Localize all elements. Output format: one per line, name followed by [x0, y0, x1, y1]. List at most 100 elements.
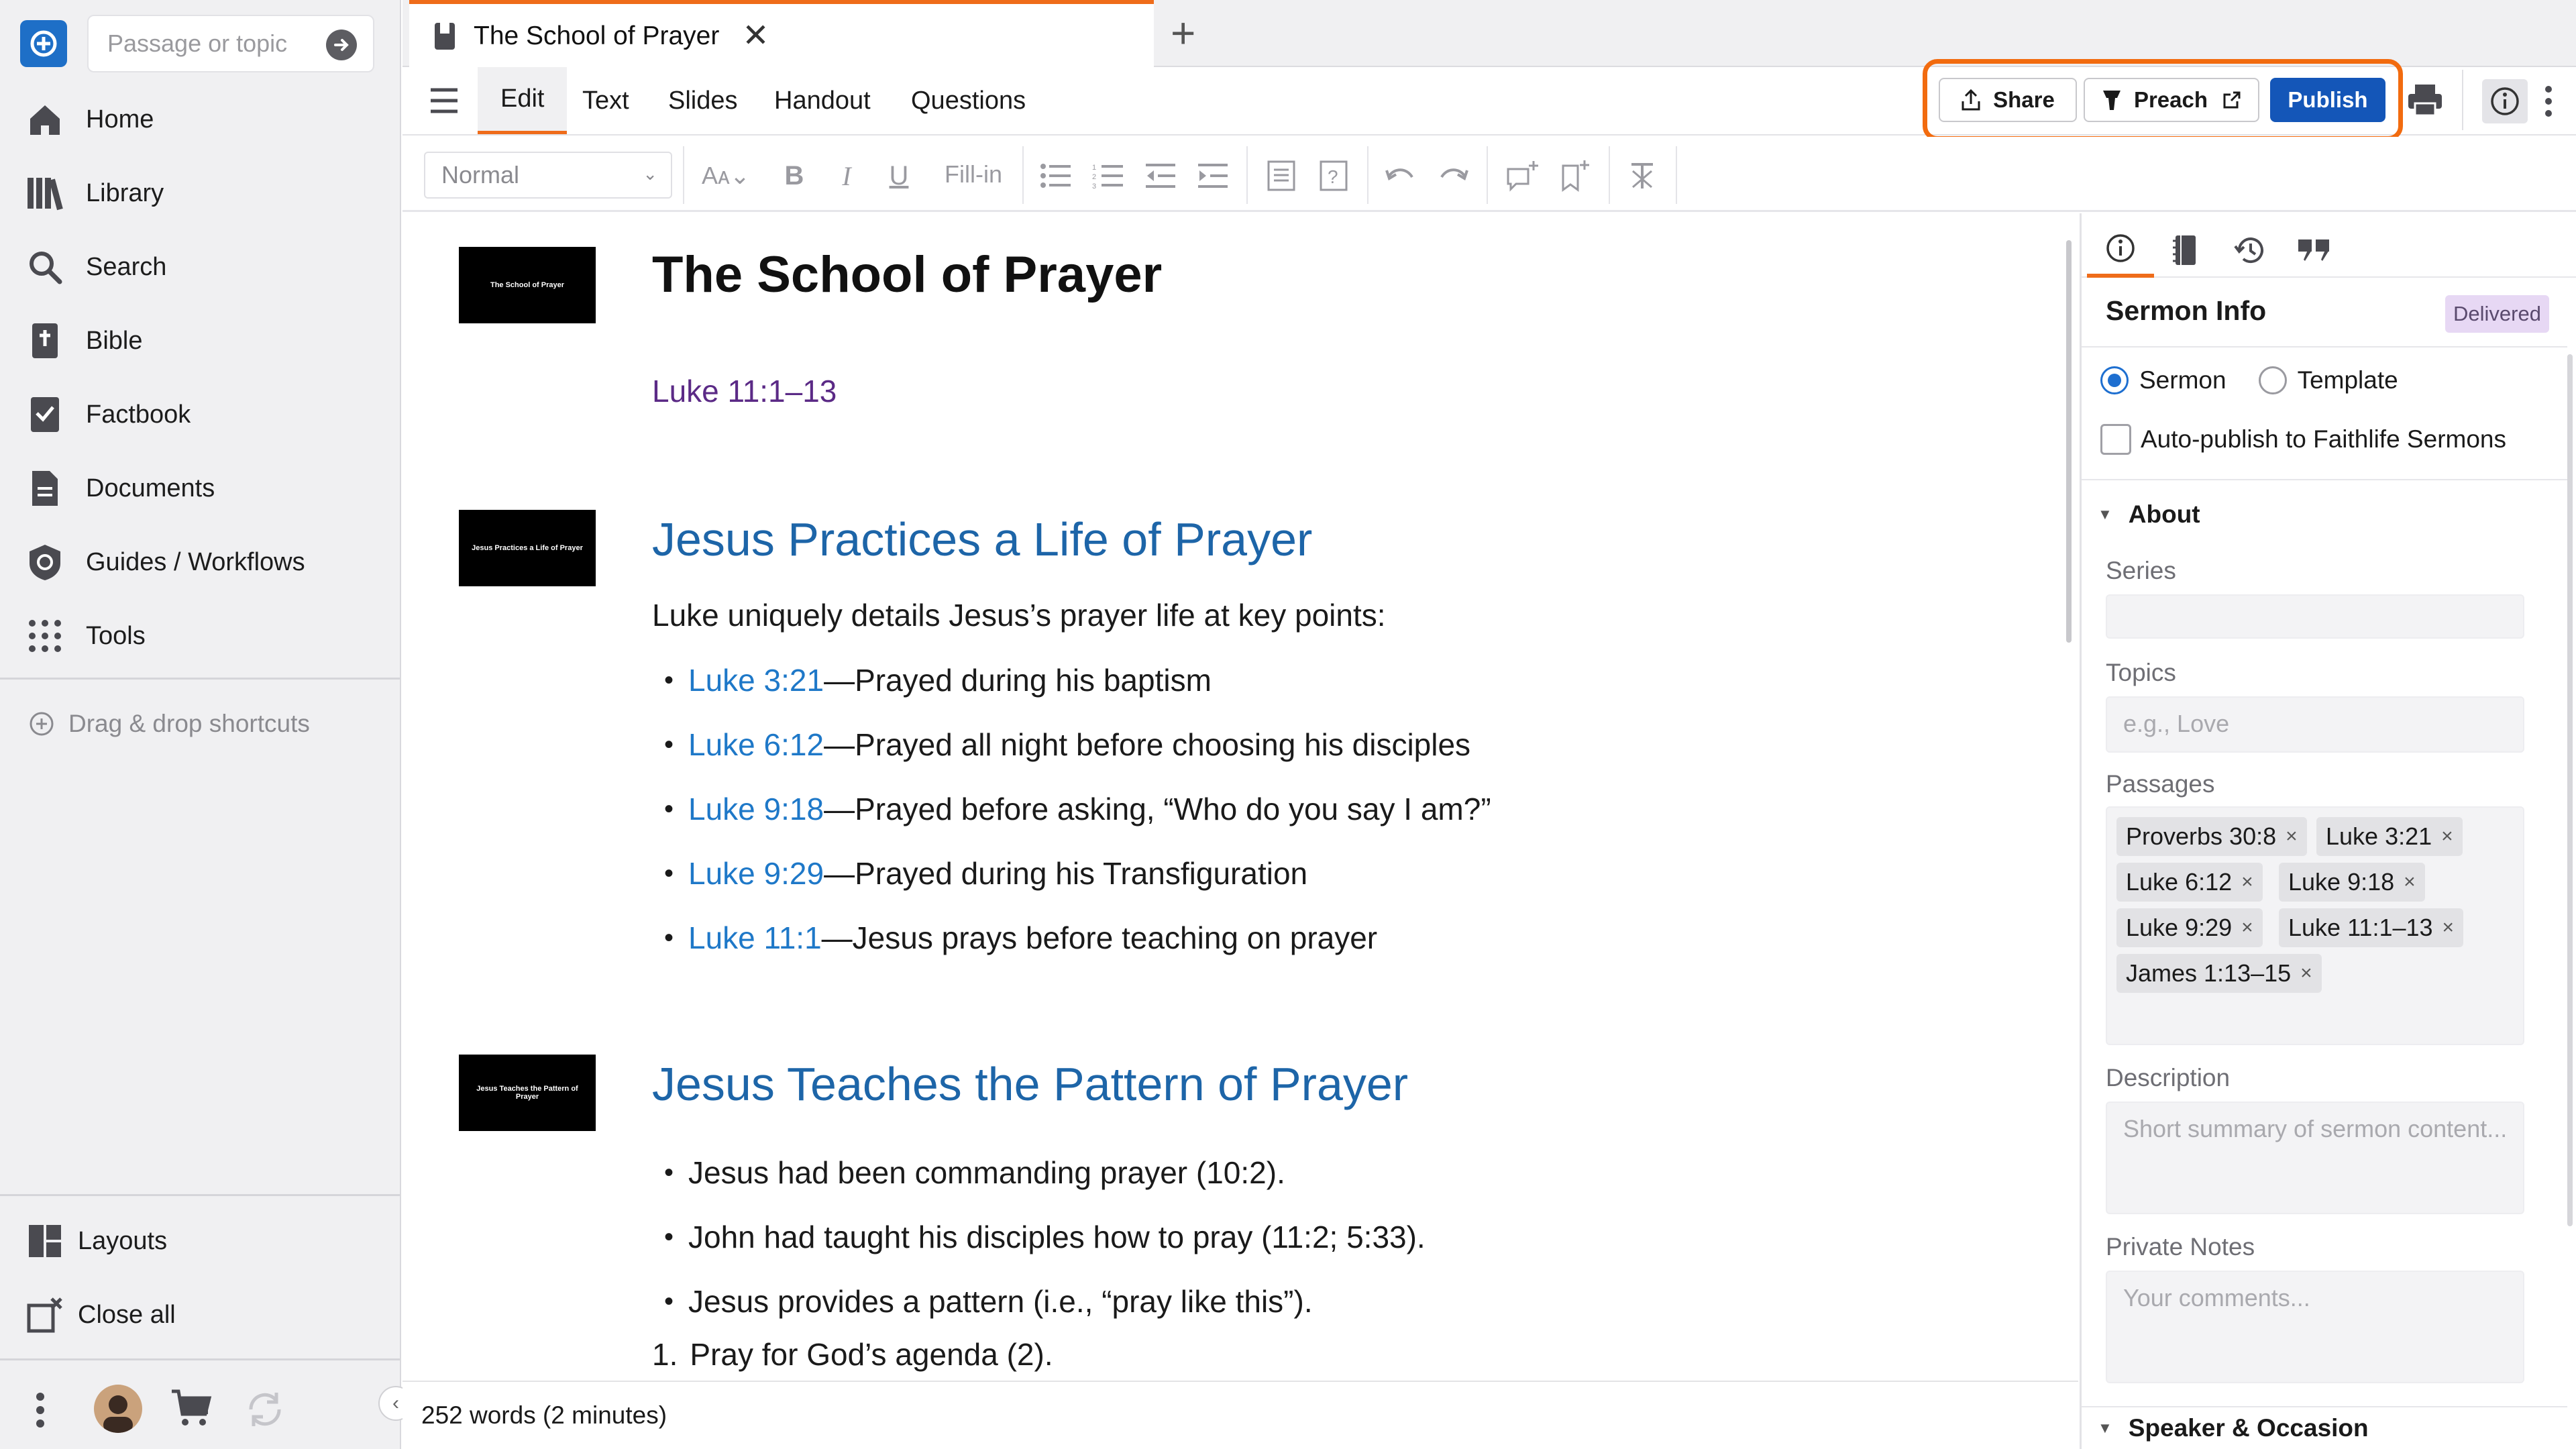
- tab-history[interactable]: [2216, 223, 2283, 278]
- sidebar-item-documents[interactable]: Documents: [0, 455, 400, 522]
- tab-questions[interactable]: Questions: [911, 67, 1026, 134]
- remove-chip-icon[interactable]: ×: [2241, 916, 2253, 939]
- sidebar-item-layouts[interactable]: Layouts: [0, 1208, 400, 1275]
- more-options-icon[interactable]: [2544, 85, 2553, 118]
- undo-icon[interactable]: [1382, 157, 1419, 195]
- search-go-icon[interactable]: [326, 30, 357, 60]
- passage-chip[interactable]: James 1:13–15 ×: [2116, 954, 2322, 993]
- list-item[interactable]: Luke 9:29—Prayed during his Transfigurat…: [664, 841, 1491, 906]
- redo-icon[interactable]: [1434, 157, 1472, 195]
- tab-text[interactable]: Text: [582, 67, 629, 134]
- scripture-link[interactable]: Luke 11:1: [688, 920, 822, 956]
- underline-icon[interactable]: U: [880, 157, 918, 195]
- sidebar-item-guides[interactable]: Guides / Workflows: [0, 529, 400, 596]
- list-item[interactable]: Jesus had been commanding prayer (10:2).: [664, 1140, 1426, 1205]
- bullet-list-icon[interactable]: [1037, 157, 1075, 195]
- app-logo-icon[interactable]: [20, 20, 67, 67]
- passage-search-input[interactable]: [107, 30, 322, 58]
- panel-scrollbar[interactable]: [2567, 354, 2573, 1226]
- sermon-editor[interactable]: The School of Prayer The School of Praye…: [402, 213, 2080, 1379]
- tab-handout[interactable]: Handout: [774, 67, 871, 134]
- block-quote-icon[interactable]: [1263, 157, 1300, 195]
- share-button[interactable]: Share: [1939, 78, 2077, 122]
- question-block-icon[interactable]: ?: [1315, 157, 1352, 195]
- sidebar-item-tools[interactable]: Tools: [0, 602, 400, 669]
- remove-chip-icon[interactable]: ×: [2241, 871, 2253, 894]
- sync-icon[interactable]: [244, 1389, 286, 1430]
- avatar[interactable]: [94, 1385, 142, 1433]
- tab-quotes[interactable]: [2280, 223, 2347, 278]
- list-item[interactable]: Luke 11:1—Jesus prays before teaching on…: [664, 906, 1491, 970]
- autopublish-checkbox[interactable]: [2100, 424, 2131, 455]
- italic-icon[interactable]: I: [828, 157, 865, 195]
- more-vertical-icon[interactable]: [35, 1391, 46, 1429]
- preach-button[interactable]: Preach: [2084, 78, 2259, 122]
- sidebar-item-bible[interactable]: Bible: [0, 307, 400, 374]
- print-icon[interactable]: [2407, 83, 2443, 117]
- sidebar-item-factbook[interactable]: Factbook: [0, 381, 400, 448]
- about-section-toggle[interactable]: ▼ About: [2098, 500, 2200, 529]
- passage-chip[interactable]: Luke 6:12 ×: [2116, 863, 2263, 902]
- tab-edit[interactable]: Edit: [478, 67, 568, 134]
- tab-slides[interactable]: Slides: [668, 67, 738, 134]
- description-field[interactable]: Short summary of sermon content...: [2106, 1102, 2524, 1214]
- scripture-link[interactable]: Luke 9:29: [688, 855, 824, 892]
- publish-button[interactable]: Publish: [2270, 78, 2385, 122]
- list-item[interactable]: Luke 3:21—Prayed during his baptism: [664, 648, 1491, 712]
- sidebar-item-close-all[interactable]: Close all: [0, 1281, 400, 1348]
- slide-thumbnail[interactable]: Jesus Practices a Life of Prayer: [459, 510, 596, 586]
- speaker-section-toggle[interactable]: ▼ Speaker & Occasion: [2098, 1414, 2369, 1442]
- numbered-list-icon[interactable]: 123: [1089, 157, 1127, 195]
- tab-notebook[interactable]: [2151, 223, 2218, 278]
- radio-template[interactable]: [2258, 366, 2287, 394]
- document-title[interactable]: The School of Prayer: [652, 246, 1162, 304]
- paragraph-style-select[interactable]: Normal ⌄: [424, 152, 672, 199]
- primary-passage[interactable]: Luke 11:1–13: [652, 373, 837, 409]
- add-comment-icon[interactable]: [1504, 157, 1542, 195]
- close-tab-icon[interactable]: ✕: [742, 20, 769, 52]
- passage-chip[interactable]: Luke 9:18 ×: [2279, 863, 2425, 902]
- bold-icon[interactable]: B: [775, 157, 813, 195]
- list-item[interactable]: Luke 6:12—Prayed all night before choosi…: [664, 712, 1491, 777]
- hamburger-menu-icon[interactable]: [429, 87, 459, 114]
- info-panel-toggle-icon[interactable]: [2482, 79, 2528, 123]
- private-notes-field[interactable]: Your comments...: [2106, 1271, 2524, 1383]
- remove-chip-icon[interactable]: ×: [2286, 825, 2298, 848]
- new-tab-button[interactable]: +: [1171, 9, 1195, 56]
- indent-icon[interactable]: [1194, 157, 1232, 195]
- add-bookmark-icon[interactable]: [1556, 157, 1594, 195]
- scripture-link[interactable]: Luke 6:12: [688, 727, 824, 763]
- cart-icon[interactable]: [170, 1389, 212, 1428]
- passage-chip[interactable]: Luke 11:1–13 ×: [2279, 908, 2464, 947]
- list-item[interactable]: John had taught his disciples how to pra…: [664, 1205, 1426, 1269]
- paragraph[interactable]: Luke uniquely details Jesus’s prayer lif…: [652, 597, 1386, 633]
- radio-sermon[interactable]: [2100, 366, 2129, 394]
- remove-chip-icon[interactable]: ×: [2443, 916, 2455, 939]
- fill-in-button[interactable]: Fill-in: [936, 156, 1010, 193]
- scripture-link[interactable]: Luke 9:18: [688, 791, 824, 827]
- topics-field[interactable]: e.g., Love: [2106, 696, 2524, 753]
- remove-chip-icon[interactable]: ×: [2404, 871, 2416, 894]
- slide-thumbnail[interactable]: The School of Prayer: [459, 247, 596, 323]
- sidebar-item-home[interactable]: Home: [0, 86, 400, 153]
- section-heading[interactable]: Jesus Practices a Life of Prayer: [652, 513, 1312, 566]
- editor-scrollbar[interactable]: [2066, 240, 2072, 643]
- passage-chip[interactable]: Luke 3:21 ×: [2316, 817, 2463, 856]
- slide-thumbnail[interactable]: Jesus Teaches the Pattern of Prayer: [459, 1055, 596, 1131]
- passage-chip[interactable]: Luke 9:29 ×: [2116, 908, 2263, 947]
- scripture-link[interactable]: Luke 3:21: [688, 662, 824, 698]
- passages-field[interactable]: Proverbs 30:8 × Luke 3:21 × Luke 6:12 × Luk…: [2106, 806, 2524, 1045]
- series-field[interactable]: [2106, 594, 2524, 639]
- font-size-icon[interactable]: Aᴀ⌄: [698, 157, 754, 195]
- tab-document[interactable]: The School of Prayer ✕: [409, 0, 1154, 68]
- list-item[interactable]: Luke 9:18—Prayed before asking, “Who do …: [664, 777, 1491, 841]
- tab-info[interactable]: [2087, 223, 2154, 278]
- outdent-icon[interactable]: [1142, 157, 1179, 195]
- sidebar-item-library[interactable]: Library: [0, 160, 400, 227]
- remove-chip-icon[interactable]: ×: [2300, 962, 2312, 985]
- remove-chip-icon[interactable]: ×: [2441, 825, 2453, 848]
- clear-formatting-icon[interactable]: [1623, 157, 1661, 195]
- passage-chip[interactable]: Proverbs 30:8 ×: [2116, 817, 2307, 856]
- numbered-item[interactable]: 1. Pray for God’s agenda (2).: [652, 1336, 1053, 1373]
- sidebar-item-search[interactable]: Search: [0, 233, 400, 301]
